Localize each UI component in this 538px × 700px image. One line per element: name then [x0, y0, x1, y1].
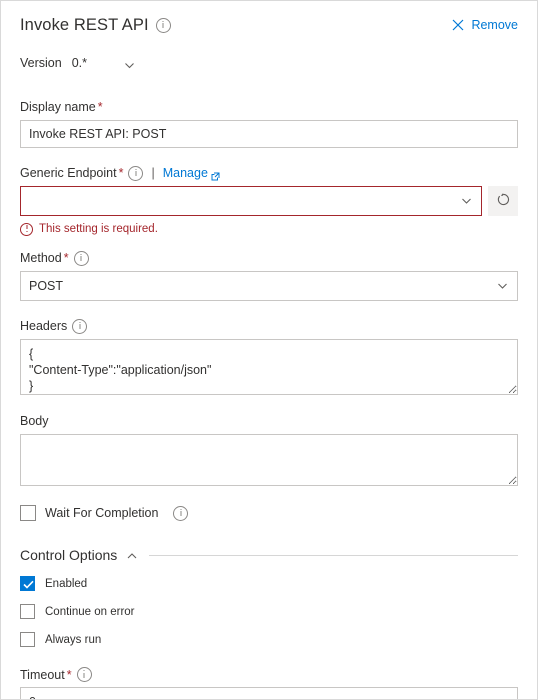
control-options-header[interactable]: Control Options [20, 547, 518, 563]
refresh-button[interactable] [488, 186, 518, 216]
generic-endpoint-field: Generic Endpoint * | Manage This setting… [20, 165, 518, 236]
control-option-row-continue-on-error: Continue on error [20, 604, 518, 619]
enabled-label: Enabled [45, 577, 88, 590]
headers-label: Headers [20, 318, 518, 334]
manage-link-label: Manage [162, 166, 208, 180]
continue-on-error-label: Continue on error [45, 605, 135, 618]
generic-endpoint-required-mark: * [118, 166, 124, 180]
display-name-label-text: Display name [20, 100, 96, 114]
control-options-chevron-up-icon[interactable] [126, 549, 138, 561]
enabled-checkbox[interactable] [20, 576, 35, 591]
timeout-label: Timeout * [20, 667, 518, 682]
display-name-input[interactable] [20, 120, 518, 148]
generic-endpoint-chevron-down-icon [461, 196, 472, 207]
timeout-label-text: Timeout [20, 667, 65, 682]
close-icon [452, 19, 464, 31]
headers-textarea[interactable]: { "Content-Type":"application/json" } [20, 339, 518, 395]
headers-label-text: Headers [20, 319, 68, 333]
title-group: Invoke REST API [20, 15, 171, 35]
method-row: POST [20, 271, 518, 301]
headers-field: Headers { "Content-Type":"application/js… [20, 318, 518, 400]
method-dropdown[interactable]: POST [20, 271, 518, 301]
invoke-rest-api-task-panel: Invoke REST API Remove Version 0.* Displ… [0, 0, 538, 700]
timeout-input[interactable] [20, 687, 518, 699]
control-option-row-always-run: Always run [20, 632, 518, 647]
generic-endpoint-row [20, 186, 518, 216]
body-field: Body [20, 413, 518, 491]
wait-for-completion-label: Wait For Completion [45, 506, 159, 520]
version-chevron-down-icon[interactable] [124, 58, 135, 69]
body-label: Body [20, 413, 518, 429]
manage-link[interactable]: Manage [163, 165, 220, 181]
method-info-icon[interactable] [73, 250, 89, 266]
method-chevron-down-icon [497, 281, 508, 292]
method-label: Method * [20, 250, 518, 266]
headers-info-icon[interactable] [72, 318, 88, 334]
method-label-text: Method [20, 251, 62, 265]
error-circle-icon [20, 222, 33, 236]
control-option-row-enabled: Enabled [20, 576, 518, 591]
always-run-label: Always run [45, 633, 102, 646]
timeout-required-mark: * [66, 667, 72, 682]
method-selected-value: POST [29, 279, 64, 293]
page-title: Invoke REST API [20, 16, 149, 34]
generic-endpoint-label-text: Generic Endpoint [20, 166, 117, 180]
control-options-title: Control Options [20, 547, 118, 563]
generic-endpoint-error-text: This setting is required. [39, 223, 158, 235]
version-row: Version 0.* [20, 53, 518, 73]
external-link-icon [211, 169, 220, 180]
method-field: Method * POST [20, 250, 518, 301]
panel-header: Invoke REST API Remove [20, 15, 518, 41]
wait-for-completion-checkbox[interactable] [20, 505, 36, 521]
method-required-mark: * [63, 251, 69, 265]
version-value: 0.* [71, 56, 87, 70]
timeout-info-icon[interactable] [76, 667, 92, 682]
refresh-icon [496, 192, 511, 210]
version-label: Version [20, 56, 62, 70]
generic-endpoint-error-message: This setting is required. [20, 222, 518, 236]
body-label-text: Body [20, 414, 49, 428]
label-separator: | [151, 166, 155, 180]
control-options-divider [149, 554, 518, 556]
display-name-field: Display name * [20, 99, 518, 148]
remove-button-label: Remove [471, 18, 518, 32]
wait-for-completion-info-icon[interactable] [173, 505, 189, 521]
generic-endpoint-info-icon[interactable] [128, 165, 144, 181]
generic-endpoint-dropdown[interactable] [20, 186, 482, 216]
display-name-required-mark: * [97, 100, 103, 114]
generic-endpoint-label: Generic Endpoint * | Manage [20, 165, 518, 181]
continue-on-error-checkbox[interactable] [20, 604, 35, 619]
remove-button[interactable]: Remove [452, 15, 518, 33]
always-run-checkbox[interactable] [20, 632, 35, 647]
task-title-info-icon[interactable] [155, 17, 171, 33]
body-textarea[interactable] [20, 434, 518, 486]
wait-for-completion-row: Wait For Completion [20, 505, 518, 521]
display-name-label: Display name * [20, 99, 518, 115]
